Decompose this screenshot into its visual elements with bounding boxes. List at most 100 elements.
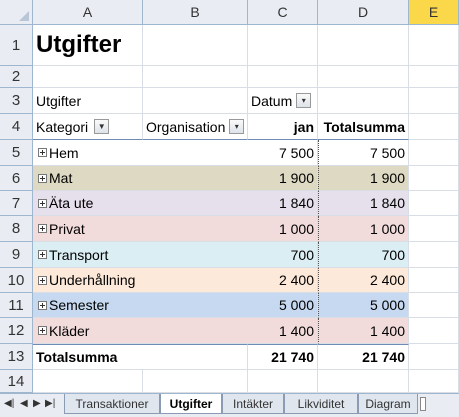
- first-sheet-nav-button[interactable]: ◀|: [4, 398, 14, 409]
- row-header-3[interactable]: 3: [0, 88, 33, 114]
- row-header-12[interactable]: 12: [0, 318, 33, 344]
- row-header-14[interactable]: 14: [0, 370, 33, 393]
- pivot-value-jan[interactable]: 700: [248, 242, 318, 268]
- pivot-column-field[interactable]: Datum ▾: [248, 88, 318, 114]
- cell-b14[interactable]: [143, 370, 248, 393]
- grand-total-label[interactable]: Totalsumma: [33, 344, 248, 370]
- kategori-filter-button[interactable]: ▼: [94, 119, 110, 134]
- grand-total-value[interactable]: 21 740: [318, 344, 409, 370]
- organisation-dropdown-button[interactable]: ▾: [229, 119, 244, 134]
- pivot-value-jan[interactable]: 7 500: [248, 140, 318, 166]
- pivot-value-total[interactable]: 7 500: [318, 140, 409, 166]
- row-header-2[interactable]: 2: [0, 66, 33, 88]
- pivot-header-organisation[interactable]: Organisation ▾: [143, 114, 248, 140]
- row-header-5[interactable]: 5: [0, 140, 33, 166]
- cell-b3[interactable]: [143, 88, 248, 114]
- cell-e-row[interactable]: [409, 293, 459, 318]
- tab-likviditet[interactable]: Likviditet: [284, 394, 358, 414]
- cell-e-row[interactable]: [409, 166, 459, 191]
- row-header-1[interactable]: 1: [0, 25, 33, 66]
- row-header-6[interactable]: 6: [0, 166, 33, 191]
- cell-e-row[interactable]: [409, 268, 459, 293]
- row-header-11[interactable]: 11: [0, 293, 33, 318]
- grand-total-jan[interactable]: 21 740: [248, 344, 318, 370]
- pivot-value-jan[interactable]: 5 000: [248, 293, 318, 318]
- expand-plus-icon[interactable]: [38, 198, 47, 208]
- sheet-title[interactable]: Utgifter: [33, 25, 143, 66]
- cell-e2[interactable]: [409, 66, 459, 88]
- pivot-value-jan[interactable]: 1 000: [248, 216, 318, 242]
- cell-e14[interactable]: [409, 370, 459, 393]
- pivot-value-jan[interactable]: 1 840: [248, 191, 318, 216]
- expand-plus-icon[interactable]: [38, 148, 47, 157]
- pivot-value-total[interactable]: 2 400: [318, 268, 409, 293]
- pivot-value-total[interactable]: 700: [318, 242, 409, 268]
- tab-diagram[interactable]: Diagram: [358, 394, 418, 414]
- last-sheet-nav-button[interactable]: ▶|: [45, 398, 55, 409]
- date-filter-dropdown-button[interactable]: ▾: [296, 93, 312, 108]
- cell-d14[interactable]: [318, 370, 409, 393]
- pivot-filter-label[interactable]: Utgifter: [33, 88, 143, 114]
- tab-transaktioner[interactable]: Transaktioner: [64, 394, 160, 414]
- cell-a2[interactable]: [33, 66, 143, 88]
- pivot-row-label[interactable]: Kläder: [33, 318, 248, 344]
- cell-e1[interactable]: [409, 25, 459, 66]
- pivot-value-jan[interactable]: 1 400: [248, 318, 318, 344]
- pivot-row-label[interactable]: Underhållning: [33, 268, 248, 293]
- cell-e4[interactable]: [409, 114, 459, 140]
- expand-plus-icon[interactable]: [38, 275, 47, 285]
- row-header-4[interactable]: 4: [0, 114, 33, 140]
- cell-e3[interactable]: [409, 88, 459, 114]
- column-header-b[interactable]: B: [143, 0, 248, 25]
- pivot-value-total[interactable]: 1 900: [318, 166, 409, 191]
- pivot-header-kategori[interactable]: Kategori ▼: [33, 114, 143, 140]
- cell-d3[interactable]: [318, 88, 409, 114]
- expand-plus-icon[interactable]: [38, 300, 47, 310]
- column-header-a[interactable]: A: [33, 0, 143, 25]
- column-header-d[interactable]: D: [318, 0, 409, 25]
- cell-c14[interactable]: [248, 370, 318, 393]
- cell-e-row[interactable]: [409, 318, 459, 344]
- cell-d2[interactable]: [318, 66, 409, 88]
- pivot-value-total[interactable]: 1 840: [318, 191, 409, 216]
- row-header-13[interactable]: 13: [0, 344, 33, 370]
- pivot-row-label[interactable]: Äta ute: [33, 191, 248, 216]
- cell-a14[interactable]: [33, 370, 143, 393]
- pivot-row-label[interactable]: Semester: [33, 293, 248, 318]
- pivot-value-total[interactable]: 1 000: [318, 216, 409, 242]
- cell-c1[interactable]: [248, 25, 318, 66]
- row-header-10[interactable]: 10: [0, 268, 33, 293]
- next-sheet-nav-button[interactable]: ▶: [33, 398, 41, 409]
- cell-e-row[interactable]: [409, 216, 459, 242]
- pivot-value-total[interactable]: 5 000: [318, 293, 409, 318]
- pivot-value-jan[interactable]: 1 900: [248, 166, 318, 191]
- pivot-row-label[interactable]: Hem: [33, 140, 248, 166]
- pivot-value-total[interactable]: 1 400: [318, 318, 409, 344]
- expand-plus-icon[interactable]: [38, 224, 47, 233]
- cell-b1[interactable]: [143, 25, 248, 66]
- pivot-row-label[interactable]: Mat: [33, 166, 248, 191]
- select-all-corner[interactable]: [0, 0, 33, 25]
- pivot-row-label[interactable]: Transport: [33, 242, 248, 268]
- cell-e13[interactable]: [409, 344, 459, 370]
- row-header-7[interactable]: 7: [0, 191, 33, 216]
- row-header-9[interactable]: 9: [0, 242, 33, 268]
- prev-sheet-nav-button[interactable]: ◀: [20, 398, 28, 409]
- column-header-c[interactable]: C: [248, 0, 318, 25]
- row-header-8[interactable]: 8: [0, 216, 33, 242]
- cell-e-row[interactable]: [409, 242, 459, 268]
- cell-b2[interactable]: [143, 66, 248, 88]
- pivot-header-totalsumma[interactable]: Totalsumma: [318, 114, 409, 140]
- expand-plus-icon[interactable]: [38, 326, 47, 335]
- cell-e-row[interactable]: [409, 140, 459, 166]
- expand-plus-icon[interactable]: [38, 250, 47, 259]
- cell-e-row[interactable]: [409, 191, 459, 216]
- cell-d1[interactable]: [318, 25, 409, 66]
- tab-utgifter[interactable]: Utgifter: [160, 394, 222, 414]
- pivot-row-label[interactable]: Privat: [33, 216, 248, 242]
- tab-split-handle[interactable]: [420, 397, 426, 411]
- pivot-header-jan[interactable]: jan: [248, 114, 318, 140]
- expand-plus-icon[interactable]: [38, 173, 47, 183]
- cell-c2[interactable]: [248, 66, 318, 88]
- column-header-e[interactable]: E: [409, 0, 459, 25]
